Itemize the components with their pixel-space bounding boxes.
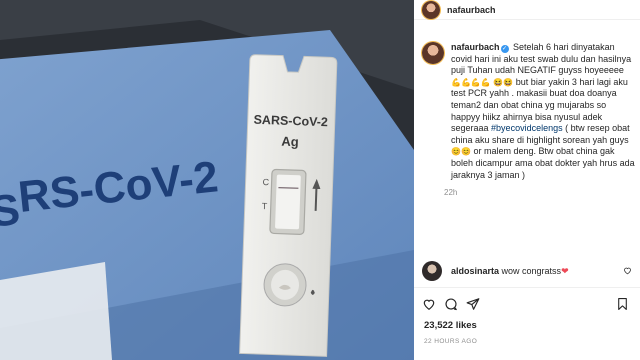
comment-icon[interactable] bbox=[444, 297, 458, 311]
label-c: C bbox=[262, 177, 269, 187]
caption-text: nafaurbach ✓ Setelah 6 hari dinyatakan co… bbox=[451, 42, 636, 181]
verified-badge-icon: ✓ bbox=[500, 45, 509, 53]
likes-count[interactable]: 23,522 likes bbox=[424, 320, 477, 331]
comment-text: aldosinarta wow congratss❤ bbox=[451, 266, 569, 277]
caption-emoji-2: 😆😆 bbox=[493, 77, 514, 87]
caption-emoji-3: 😊😊 bbox=[451, 147, 471, 157]
caption-block: nafaurbach ✓ Setelah 6 hari dinyatakan co… bbox=[414, 20, 640, 197]
caption-username[interactable]: nafaurbach bbox=[451, 42, 500, 52]
caption-avatar[interactable] bbox=[422, 42, 444, 64]
caption-emoji-1: 💪💪💪💪 bbox=[451, 77, 491, 87]
comment-row: aldosinarta wow congratss❤ bbox=[422, 261, 634, 281]
author-username[interactable]: nafaurbach bbox=[447, 5, 496, 15]
posted-time[interactable]: 22 HOURS AGO bbox=[424, 338, 477, 345]
post-header: nafaurbach bbox=[414, 0, 640, 20]
post-sidebar: nafaurbach nafaurbach ✓ Setelah 6 hari di… bbox=[414, 0, 640, 360]
commenter-username[interactable]: aldosinarta bbox=[451, 266, 499, 276]
cassette-title: SARS-CoV-2 bbox=[253, 113, 328, 130]
antigen-test-cassette: SARS-CoV-2 Ag C T bbox=[239, 54, 338, 357]
bookmark-icon[interactable] bbox=[616, 297, 629, 311]
commenter-avatar[interactable] bbox=[422, 261, 442, 281]
comment-heart-emoji: ❤ bbox=[561, 265, 569, 276]
author-avatar[interactable] bbox=[422, 0, 440, 19]
label-t: T bbox=[262, 201, 268, 211]
comment-like-heart-icon[interactable] bbox=[623, 266, 632, 275]
comment-body: wow congratss bbox=[501, 265, 562, 276]
caption-timestamp[interactable]: 22h bbox=[444, 188, 636, 197]
caption-part-4: or malem deng. Btw obat china gak boleh … bbox=[451, 146, 635, 180]
caption-hashtag[interactable]: #byecovidcelengs bbox=[491, 123, 563, 133]
cassette-subtitle: Ag bbox=[281, 134, 299, 150]
control-line bbox=[278, 186, 299, 189]
share-icon[interactable] bbox=[466, 297, 480, 311]
heart-icon[interactable] bbox=[422, 297, 436, 311]
photo-scene: S RS-CoV-2 SARS-CoV-2 Ag C T bbox=[0, 0, 414, 360]
post-actions bbox=[414, 287, 640, 317]
post-photo[interactable]: S RS-CoV-2 SARS-CoV-2 Ag C T bbox=[0, 0, 414, 360]
